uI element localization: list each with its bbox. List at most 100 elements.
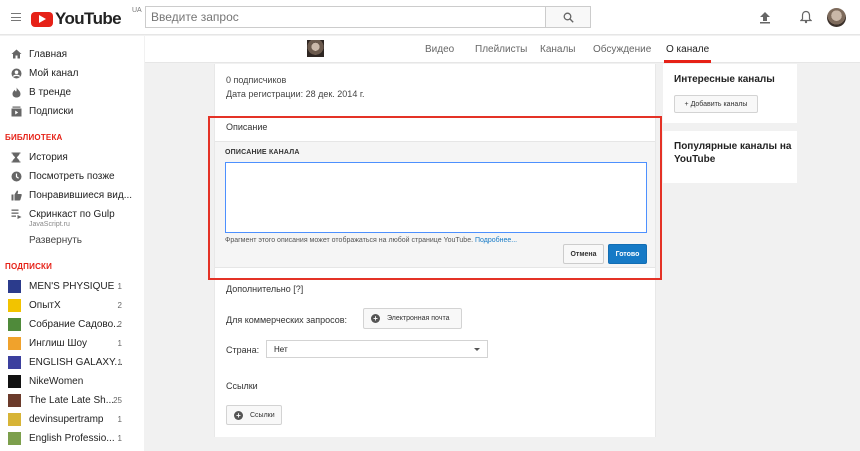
sidebar-item-label: В тренде (29, 86, 72, 98)
menu-icon[interactable] (11, 13, 21, 21)
description-editor: ОПИСАНИЕ КАНАЛА Фрагмент этого описания … (215, 141, 655, 268)
popular-channels-card: Популярные каналы на YouTube (663, 131, 797, 183)
channel-tab[interactable]: Плейлисты (475, 36, 527, 63)
subscription-label: ENGLISH GALAXY... (29, 356, 123, 368)
interesting-channels-card: Интересные каналы + Добавить каналы (663, 64, 797, 123)
library-heading: БИБЛИОТЕКА (5, 133, 63, 142)
sidebar-expand[interactable]: Развернуть (0, 231, 144, 249)
plus-circle-icon: + (371, 314, 380, 323)
sidebar-item-label: Посмотреть позже (29, 170, 115, 182)
sidebar-item-home[interactable]: Главная (0, 45, 144, 63)
interesting-channels-title: Интересные каналы (674, 74, 775, 85)
sidebar-item-label: Понравившиеся вид... (29, 189, 133, 201)
channel-thumbnail (8, 336, 21, 350)
country-label: Страна: (226, 345, 260, 355)
channel-tab[interactable]: Каналы (540, 36, 576, 63)
thumbs-up-icon (10, 189, 22, 201)
sidebar-subscription[interactable]: devinsupertramp 1 (0, 410, 144, 428)
youtube-logo[interactable]: YouTube UA (31, 7, 142, 29)
clock-icon (10, 170, 22, 182)
sidebar-item-label: Подписки (29, 105, 74, 117)
cancel-button[interactable]: Отмена (563, 244, 604, 264)
history-icon (10, 151, 22, 163)
add-links-button[interactable]: + Ссылки (226, 405, 282, 425)
channel-thumbnail (8, 393, 21, 407)
sidebar-subscription[interactable]: NikeWomen (0, 372, 144, 390)
notifications-button[interactable] (798, 9, 814, 25)
subscription-label: The Late Late Sh... (29, 394, 115, 406)
channel-thumbnail (8, 298, 21, 312)
search-box (145, 6, 546, 28)
sidebar-subscription[interactable]: MEN'S PHYSIQUE 1 (0, 277, 144, 295)
channel-avatar[interactable] (307, 40, 324, 57)
channel-thumbnail (8, 355, 21, 369)
channel-thumbnail (8, 317, 21, 331)
links-button-label: Ссылки (250, 411, 275, 419)
subscription-label: NikeWomen (29, 375, 84, 387)
chevron-down-icon (474, 348, 480, 351)
sidebar-subscription[interactable]: Собрание Садово... 2 (0, 315, 144, 333)
sidebar-subscription[interactable]: Инглиш Шоу 1 (0, 334, 144, 352)
description-heading: ОПИСАНИЕ КАНАЛА (225, 149, 300, 156)
about-card: 0 подписчиков Дата регистрации: 28 дек. … (214, 64, 656, 437)
description-section-title: Описание (226, 122, 268, 132)
learn-more-link[interactable]: Подробнее... (475, 237, 517, 244)
channel-tab[interactable]: О канале (663, 36, 712, 63)
sidebar-item-liked-videos[interactable]: Понравившиеся вид... (0, 186, 144, 204)
subscription-label: devinsupertramp (29, 413, 104, 425)
logo-text: YouTube (55, 9, 122, 28)
add-channels-button[interactable]: + Добавить каналы (674, 95, 758, 113)
subscriptions-icon (10, 105, 22, 117)
new-videos-count: 25 (113, 395, 122, 405)
email-button-label: Электронная почта (387, 315, 450, 322)
subscription-label: MEN'S PHYSIQUE (29, 280, 115, 292)
country-value: Нет (274, 344, 288, 354)
sidebar-item-watch-later[interactable]: Посмотреть позже (0, 167, 144, 185)
registration-date: Дата регистрации: 28 дек. 2014 г. (226, 89, 365, 99)
sidebar-subscription[interactable]: ОпытX 2 (0, 296, 144, 314)
sidebar-subscription[interactable]: ENGLISH GALAXY... 1 (0, 353, 144, 371)
sidebar-item-label: Мой канал (29, 67, 79, 79)
channel-thumbnail (8, 431, 21, 445)
new-videos-count: 2 (117, 319, 122, 329)
home-icon (10, 48, 22, 60)
description-textarea[interactable] (225, 162, 647, 233)
sidebar-subscription[interactable]: English Professio... 1 (0, 429, 144, 447)
sidebar-item-subscriptions[interactable]: Подписки (0, 102, 144, 120)
sidebar-item-label: Скринкаст по Gulp (29, 208, 115, 220)
search-button[interactable] (546, 6, 591, 28)
sidebar-subscription[interactable]: The Late Late Sh... 25 (0, 391, 144, 409)
additional-section-title: Дополнительно [?] (226, 284, 304, 294)
search-input[interactable] (151, 10, 545, 24)
sidebar-item-playlist-gulp[interactable]: Скринкаст по Gulp (0, 205, 144, 223)
sidebar-item-label: Главная (29, 48, 68, 60)
new-videos-count: 1 (117, 414, 122, 424)
upload-button[interactable] (757, 9, 773, 25)
logo-region: UA (132, 7, 142, 14)
sidebar-item-my-channel[interactable]: Мой канал (0, 64, 144, 82)
subscribers-count: 0 подписчиков (226, 75, 287, 85)
new-videos-count: 1 (117, 433, 122, 443)
playlist-icon (10, 208, 22, 220)
email-button[interactable]: + Электронная почта (363, 308, 462, 329)
popular-channels-title[interactable]: Популярные каналы на YouTube (674, 140, 792, 166)
upload-icon (760, 11, 770, 23)
country-select[interactable]: Нет (266, 340, 488, 358)
channel-tab[interactable]: Обсуждение (593, 36, 651, 63)
playlist-author: JavaScript.ru (29, 221, 70, 228)
new-videos-count: 1 (117, 281, 122, 291)
sidebar-item-history[interactable]: История (0, 148, 144, 166)
sidebar-item-label: История (29, 151, 68, 163)
user-avatar[interactable] (827, 8, 846, 27)
channel-thumbnail (8, 412, 21, 426)
expand-label: Развернуть (29, 234, 83, 246)
channel-thumbnail (8, 279, 21, 293)
search-icon (563, 12, 574, 23)
top-header: YouTube UA (0, 0, 860, 35)
description-hint: Фрагмент этого описания может отображать… (225, 237, 517, 244)
done-button[interactable]: Готово (608, 244, 647, 264)
sidebar-item-trending[interactable]: В тренде (0, 83, 144, 101)
sidebar: Главная Мой канал В тренде Подписки БИБЛ… (0, 36, 144, 451)
subscription-label: English Professio... (29, 432, 115, 444)
channel-tab[interactable]: Видео (425, 36, 454, 63)
